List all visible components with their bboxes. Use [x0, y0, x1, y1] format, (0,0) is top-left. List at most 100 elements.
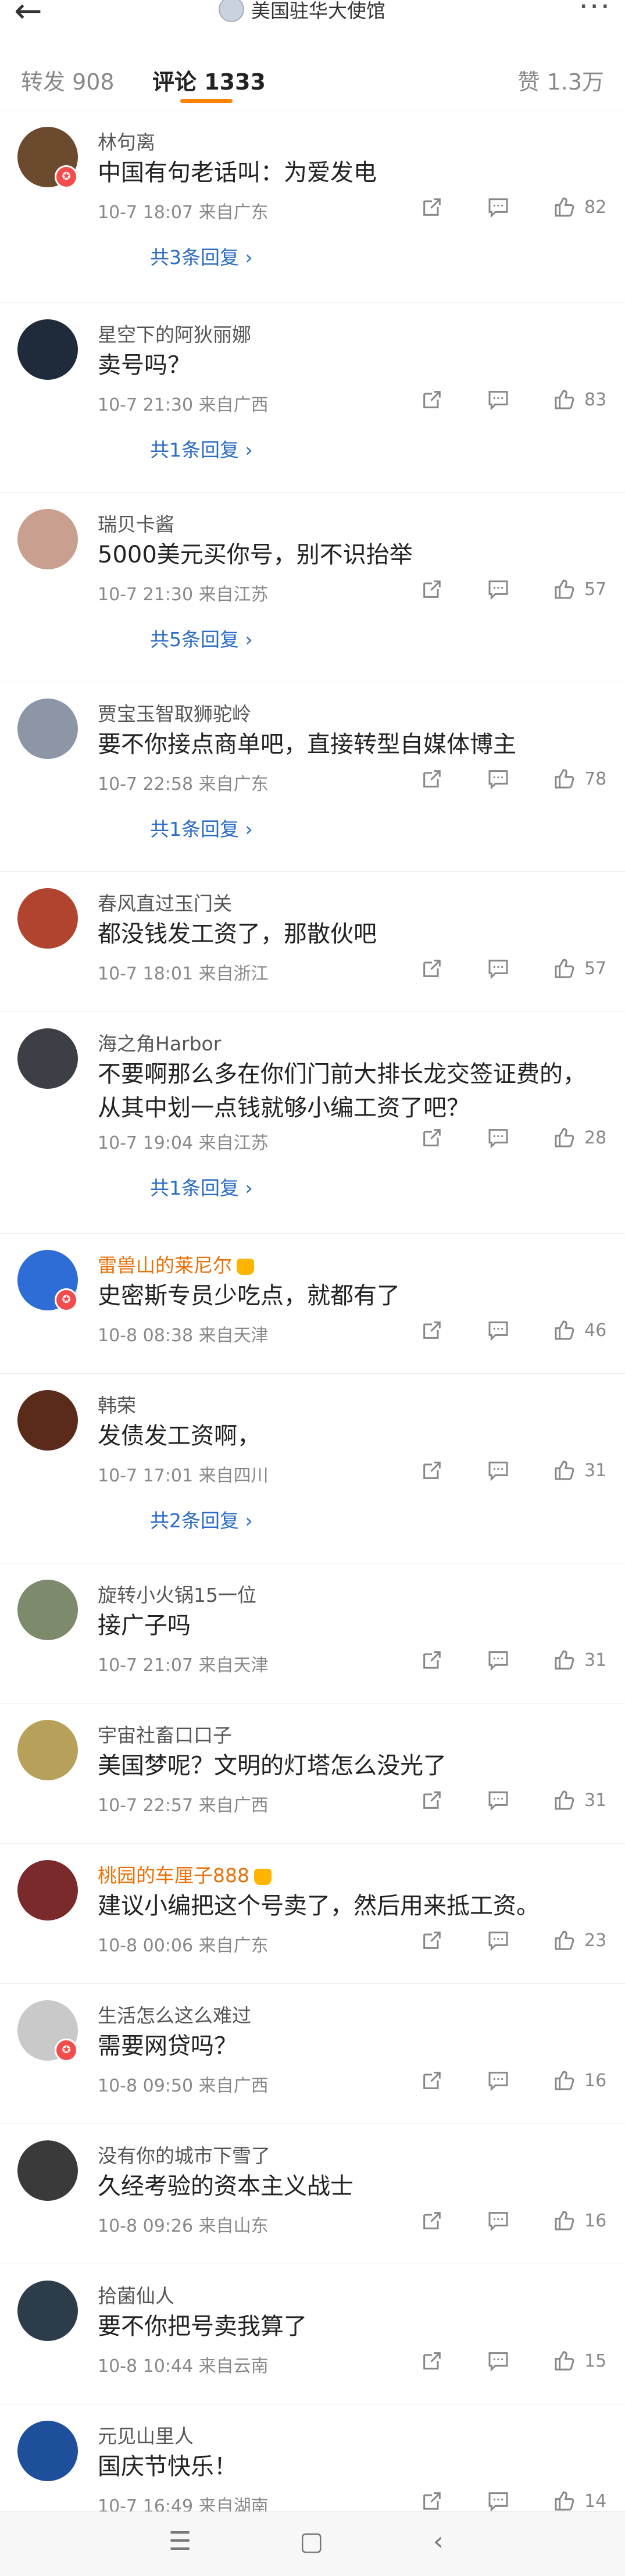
comment-author[interactable]: 拾菌仙人 — [98, 2281, 174, 2308]
view-replies-link[interactable]: 共1条回复 › — [150, 814, 253, 842]
tab-likes[interactable]: 赞 1.3万 — [517, 64, 604, 96]
comment-icon[interactable] — [487, 767, 510, 790]
comment-icon[interactable] — [487, 1459, 510, 1482]
avatar[interactable] — [17, 2281, 78, 2341]
like-icon[interactable] — [553, 957, 576, 980]
tab-comments[interactable]: 评论 1333 — [152, 64, 266, 96]
comment-author[interactable]: 宇宙社畜口口子 — [98, 1720, 232, 1748]
comment-icon[interactable] — [487, 1929, 510, 1952]
comment-author[interactable]: 林句离 — [98, 127, 155, 155]
share-icon[interactable] — [420, 578, 444, 601]
avatar[interactable] — [17, 1390, 78, 1451]
comment-author[interactable]: 生活怎么这么难过 — [98, 2000, 251, 2028]
share-icon[interactable] — [420, 2069, 444, 2092]
share-icon[interactable] — [420, 1648, 444, 1672]
like-icon[interactable] — [553, 2209, 576, 2232]
comment-icon[interactable] — [487, 2349, 510, 2372]
like-icon[interactable] — [553, 195, 576, 219]
comment-icon[interactable] — [487, 2489, 510, 2513]
like-icon[interactable] — [553, 1929, 576, 1952]
avatar[interactable] — [17, 888, 78, 949]
share-icon[interactable] — [420, 1788, 444, 1812]
comment-icon[interactable] — [487, 957, 510, 980]
comment-icon[interactable] — [487, 1319, 510, 1342]
like-icon[interactable] — [553, 578, 576, 601]
share-icon[interactable] — [420, 1319, 444, 1342]
view-replies-link[interactable]: 共5条回复 › — [150, 624, 253, 652]
back-chevron-icon[interactable]: ‹ — [433, 2527, 444, 2556]
author-name[interactable]: 海之角Harbor — [98, 1032, 221, 1055]
comment-author[interactable]: 桃园的车厘子888 — [98, 1860, 272, 1888]
like-icon[interactable] — [553, 1648, 576, 1672]
avatar[interactable] — [17, 2421, 78, 2481]
back-arrow-icon[interactable]: ← — [14, 0, 42, 28]
like-icon[interactable] — [553, 2489, 576, 2513]
comment-author[interactable]: 瑞贝卡酱 — [98, 509, 174, 537]
more-dots-icon[interactable]: ··· — [578, 0, 611, 24]
like-icon[interactable] — [553, 1126, 576, 1149]
comment-author[interactable]: 贾宝玉智取狮驼岭 — [98, 699, 251, 726]
author-name[interactable]: 雷兽山的莱尼尔 — [98, 1254, 232, 1277]
comment-author[interactable]: 海之角Harbor — [98, 1028, 221, 1056]
avatar[interactable] — [17, 2140, 78, 2201]
author-name[interactable]: 生活怎么这么难过 — [98, 2004, 251, 2027]
comment-icon[interactable] — [487, 1126, 510, 1149]
comment-icon[interactable] — [487, 388, 510, 411]
comment-author[interactable]: 元见山里人 — [98, 2421, 194, 2449]
avatar[interactable] — [17, 319, 78, 380]
comment-author[interactable]: 没有你的城市下雪了 — [98, 2140, 270, 2168]
comment-icon[interactable] — [487, 2209, 510, 2232]
comment-author[interactable]: 韩荣 — [98, 1390, 136, 1418]
author-name[interactable]: 旋转小火锅15一位 — [98, 1584, 256, 1606]
avatar[interactable] — [17, 1028, 78, 1089]
avatar[interactable] — [17, 1720, 78, 1780]
author-name[interactable]: 拾菌仙人 — [98, 2285, 174, 2307]
author-name[interactable]: 林句离 — [98, 131, 155, 154]
like-icon[interactable] — [553, 388, 576, 411]
comment-icon[interactable] — [487, 578, 510, 601]
share-icon[interactable] — [420, 1459, 444, 1482]
author-name[interactable]: 宇宙社畜口口子 — [98, 1724, 232, 1747]
comment-author[interactable]: 春风直过玉门关 — [98, 888, 232, 916]
author-name[interactable]: 没有你的城市下雪了 — [98, 2144, 270, 2167]
share-icon[interactable] — [420, 388, 444, 411]
avatar[interactable] — [17, 1580, 78, 1640]
like-icon[interactable] — [553, 1459, 576, 1482]
comment-icon[interactable] — [487, 1788, 510, 1812]
author-name[interactable]: 星空下的阿狄丽娜 — [98, 323, 251, 346]
comment-author[interactable]: 星空下的阿狄丽娜 — [98, 319, 251, 347]
share-icon[interactable] — [420, 1126, 444, 1149]
menu-icon[interactable]: ☰ — [169, 2527, 191, 2556]
like-icon[interactable] — [553, 2069, 576, 2092]
share-icon[interactable] — [420, 2349, 444, 2372]
author-name[interactable]: 贾宝玉智取狮驼岭 — [98, 703, 251, 725]
view-replies-link[interactable]: 共3条回复 › — [150, 242, 253, 270]
home-square-icon[interactable]: ▢ — [299, 2527, 324, 2556]
share-icon[interactable] — [420, 2489, 444, 2513]
view-replies-link[interactable]: 共1条回复 › — [150, 1173, 253, 1200]
share-icon[interactable] — [420, 2209, 444, 2232]
avatar[interactable] — [17, 1860, 78, 1921]
avatar[interactable] — [17, 509, 78, 569]
author-name[interactable]: 元见山里人 — [98, 2425, 194, 2447]
comment-author[interactable]: 雷兽山的莱尼尔 — [98, 1250, 254, 1278]
share-icon[interactable] — [420, 195, 444, 219]
avatar[interactable] — [17, 699, 78, 759]
comment-author[interactable]: 旋转小火锅15一位 — [98, 1580, 256, 1608]
share-icon[interactable] — [420, 957, 444, 980]
author-name[interactable]: 桃园的车厘子888 — [98, 1864, 249, 1887]
like-icon[interactable] — [553, 1319, 576, 1342]
tab-repost[interactable]: 转发 908 — [21, 64, 115, 96]
author-name[interactable]: 瑞贝卡酱 — [98, 513, 174, 536]
comment-icon[interactable] — [487, 1648, 510, 1672]
comment-icon[interactable] — [487, 195, 510, 219]
comment-icon[interactable] — [487, 2069, 510, 2092]
share-icon[interactable] — [420, 1929, 444, 1952]
share-icon[interactable] — [420, 767, 444, 790]
author-name[interactable]: 春风直过玉门关 — [98, 892, 232, 915]
author-name[interactable]: 韩荣 — [98, 1394, 136, 1417]
like-icon[interactable] — [553, 1788, 576, 1812]
view-replies-link[interactable]: 共1条回复 › — [150, 434, 253, 462]
like-icon[interactable] — [553, 767, 576, 790]
view-replies-link[interactable]: 共2条回复 › — [150, 1505, 253, 1533]
